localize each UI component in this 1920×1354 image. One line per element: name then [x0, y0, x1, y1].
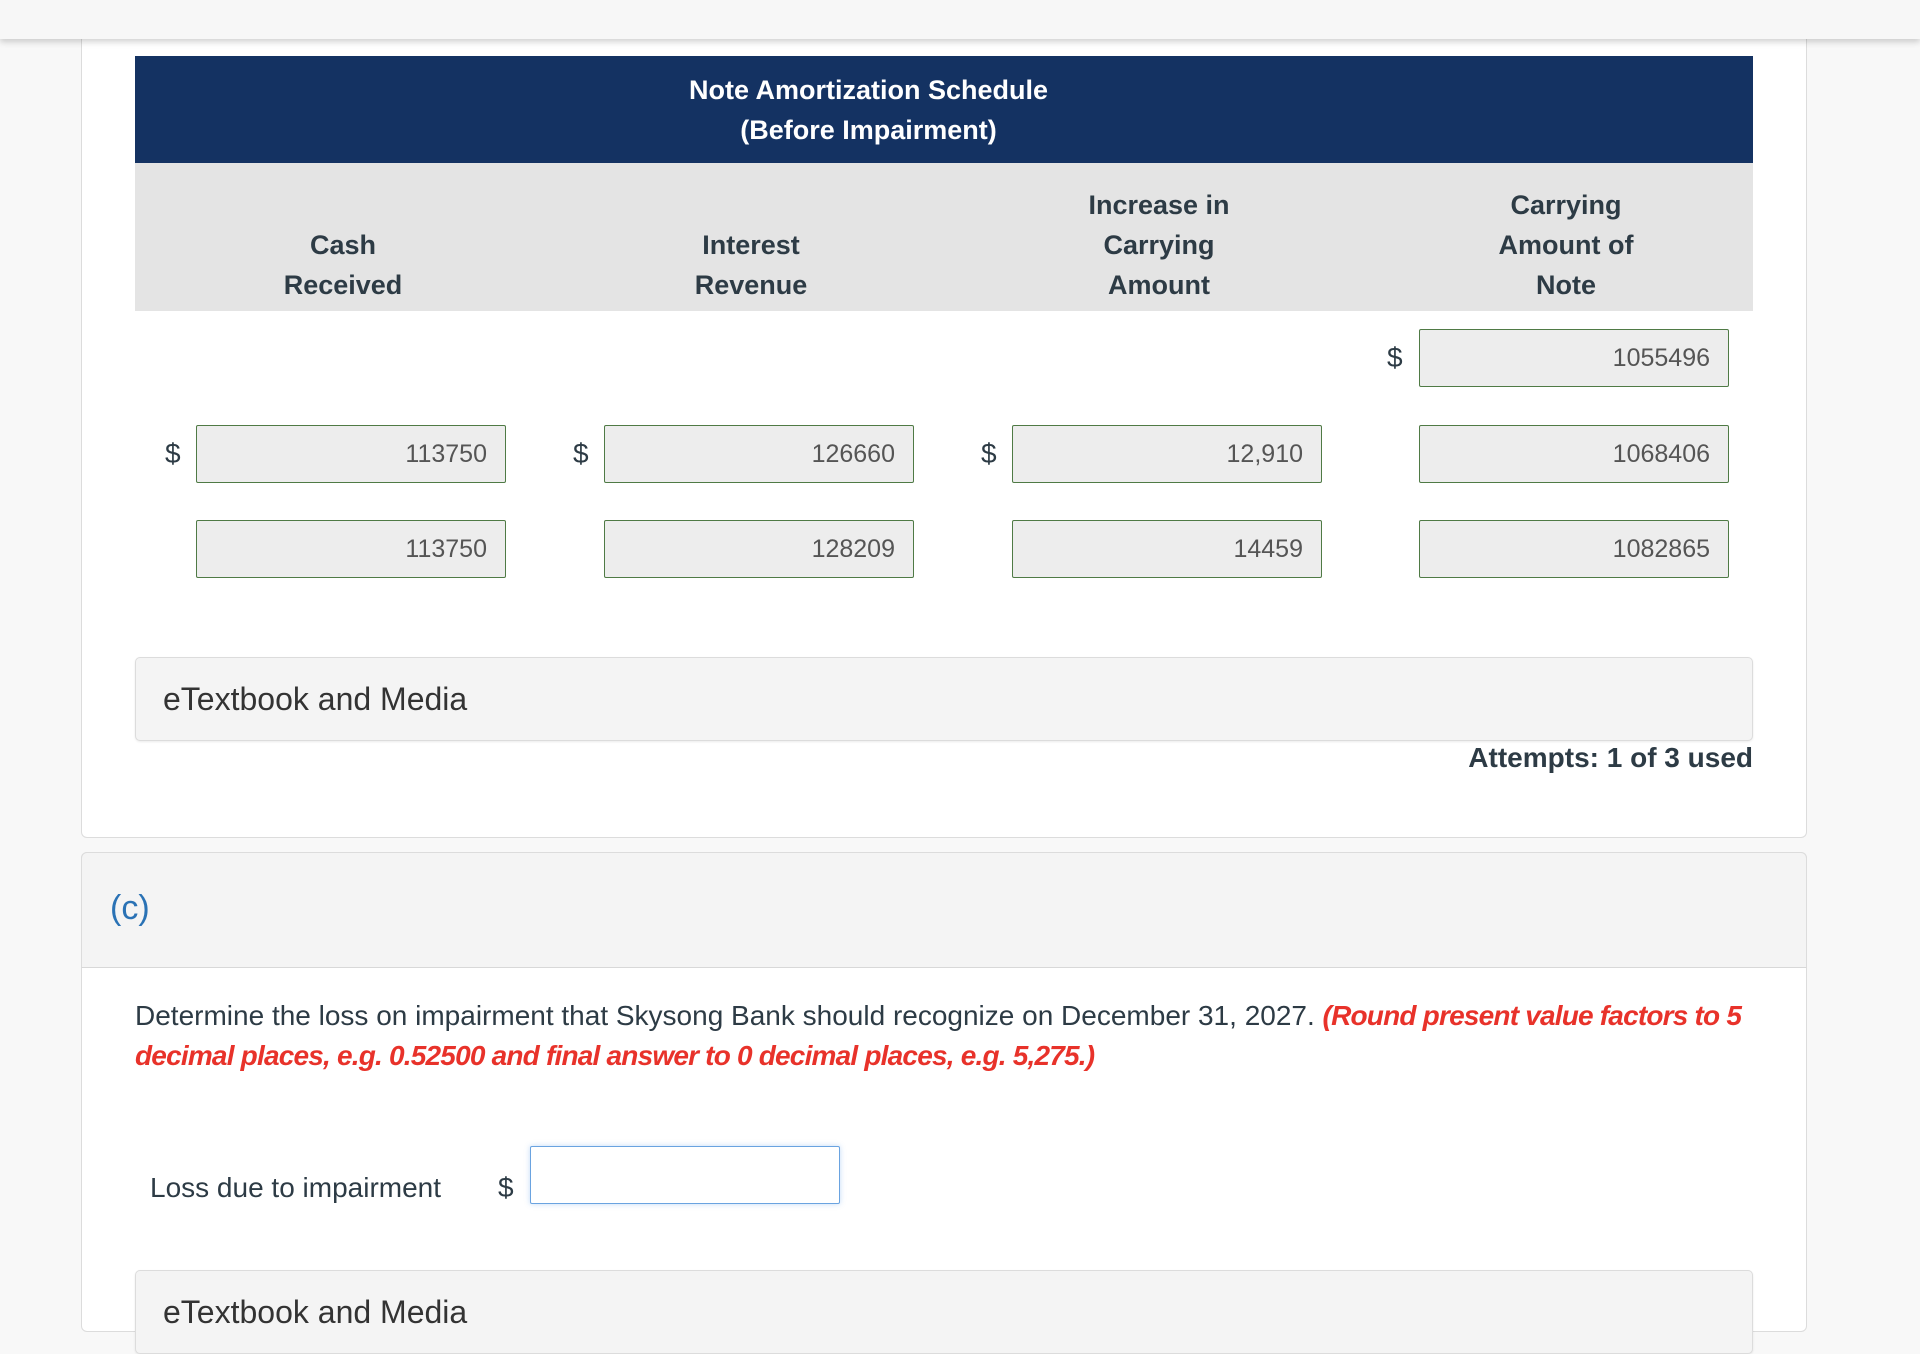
column-header-interest-revenue: Interest Revenue [694, 230, 808, 300]
cash-received-input-row1[interactable] [196, 425, 506, 483]
column-header-cash-received: Cash Received [283, 230, 403, 300]
loss-due-to-impairment-input[interactable] [530, 1146, 840, 1204]
part-label: (c) [110, 889, 150, 927]
part-c-header: (c) [81, 852, 1807, 968]
column-header-increase-carrying-amount: Increase in Carrying Amount [1088, 190, 1230, 300]
schedule-title-line1: Note Amortization Schedule [688, 75, 1049, 105]
loss-label: Loss due to impairment [150, 1172, 442, 1203]
question-prompt: Determine the loss on impairment that Sk… [135, 1000, 1315, 1031]
carrying-amount-input-row2[interactable] [1419, 520, 1729, 578]
column-headers: Cash Received Interest Revenue Increase … [135, 163, 1753, 311]
column-header-carrying-amount-of-note: Carrying Amount of Note [1498, 190, 1634, 300]
increase-carrying-input-row1[interactable] [1012, 425, 1322, 483]
cash-received-input-row2[interactable] [196, 520, 506, 578]
top-bar [0, 0, 1920, 39]
schedule-title: Note Amortization Schedule (Before Impai… [135, 70, 1587, 150]
dollar-sign: $ [165, 438, 181, 469]
increase-carrying-input-row2[interactable] [1012, 520, 1322, 578]
dollar-sign: $ [498, 1172, 514, 1203]
attempts-counter: Attempts: 1 of 3 used [1468, 742, 1753, 773]
carrying-amount-input-row1[interactable] [1419, 425, 1729, 483]
dollar-sign: $ [981, 438, 997, 469]
interest-revenue-input-row2[interactable] [604, 520, 914, 578]
schedule-title-bar: Note Amortization Schedule (Before Impai… [135, 56, 1753, 163]
question-text: Determine the loss on impairment that Sk… [135, 996, 1755, 1076]
interest-revenue-input-row1[interactable] [604, 425, 914, 483]
etextbook-media-button[interactable]: eTextbook and Media [135, 657, 1753, 741]
dollar-sign: $ [1387, 342, 1403, 373]
schedule-title-line2: (Before Impairment) [740, 115, 997, 145]
etextbook-media-button[interactable]: eTextbook and Media [135, 1270, 1753, 1354]
dollar-sign: $ [573, 438, 589, 469]
carrying-amount-input-row0[interactable] [1419, 329, 1729, 387]
